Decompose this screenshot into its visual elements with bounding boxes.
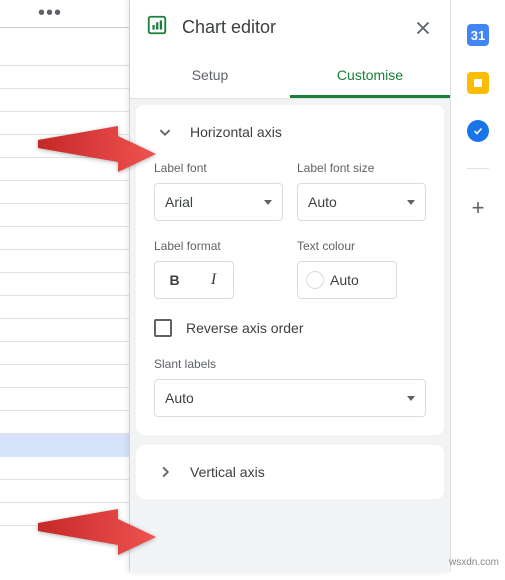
- chevron-right-icon: [154, 461, 176, 483]
- label-format-label: Label format: [154, 239, 283, 253]
- vertical-axis-section: Vertical axis: [136, 445, 444, 499]
- tabs: Setup Customise: [130, 55, 450, 99]
- chart-icon: [146, 14, 168, 41]
- panel-body[interactable]: Horizontal axis Label font Arial Label f…: [130, 99, 450, 572]
- more-icon[interactable]: •••: [38, 2, 62, 25]
- caret-down-icon: [407, 200, 415, 205]
- side-panel-rail: 31 +: [450, 0, 505, 572]
- add-addon-icon[interactable]: +: [472, 195, 485, 221]
- rail-separator: [467, 168, 489, 169]
- label-font-size-label: Label font size: [297, 161, 426, 175]
- watermark: wsxdn.com: [449, 557, 499, 568]
- panel-title: Chart editor: [182, 17, 412, 38]
- section-title: Vertical axis: [190, 464, 265, 480]
- text-colour-dropdown[interactable]: Auto: [297, 261, 397, 299]
- annotation-arrow-2: [38, 505, 158, 580]
- tab-customise[interactable]: Customise: [290, 55, 450, 98]
- reverse-axis-label: Reverse axis order: [186, 320, 304, 336]
- toolbar-remnant: •••: [0, 0, 129, 28]
- spreadsheet-background: •••: [0, 0, 130, 572]
- reverse-axis-checkbox-row[interactable]: Reverse axis order: [154, 319, 426, 337]
- keep-icon[interactable]: [467, 72, 489, 94]
- label-font-dropdown[interactable]: Arial: [154, 183, 283, 221]
- italic-button[interactable]: I: [194, 271, 233, 289]
- calendar-icon[interactable]: 31: [467, 24, 489, 46]
- selected-cell[interactable]: [0, 434, 129, 457]
- tab-setup[interactable]: Setup: [130, 55, 290, 98]
- caret-down-icon: [264, 200, 272, 205]
- label-font-label: Label font: [154, 161, 283, 175]
- caret-down-icon: [407, 396, 415, 401]
- vertical-axis-header[interactable]: Vertical axis: [154, 461, 426, 483]
- label-font-size-value: Auto: [308, 194, 337, 210]
- text-colour-label: Text colour: [297, 239, 426, 253]
- slant-labels-label: Slant labels: [154, 357, 426, 371]
- colour-swatch: [306, 271, 324, 289]
- bold-button[interactable]: B: [155, 272, 194, 288]
- slant-labels-value: Auto: [165, 390, 194, 406]
- close-icon[interactable]: [412, 17, 434, 39]
- tasks-icon[interactable]: [467, 120, 489, 142]
- label-font-value: Arial: [165, 194, 193, 210]
- horizontal-axis-header[interactable]: Horizontal axis: [154, 121, 426, 143]
- label-font-size-dropdown[interactable]: Auto: [297, 183, 426, 221]
- panel-header: Chart editor: [130, 0, 450, 55]
- label-format-buttons: B I: [154, 261, 234, 299]
- chart-editor-panel: Chart editor Setup Customise Horizontal …: [130, 0, 450, 572]
- section-title: Horizontal axis: [190, 124, 282, 140]
- checkbox-icon: [154, 319, 172, 337]
- column-header-row: [0, 28, 129, 66]
- horizontal-axis-section: Horizontal axis Label font Arial Label f…: [136, 105, 444, 435]
- slant-labels-dropdown[interactable]: Auto: [154, 379, 426, 417]
- text-colour-value: Auto: [330, 272, 359, 288]
- annotation-arrow-1: [38, 122, 158, 197]
